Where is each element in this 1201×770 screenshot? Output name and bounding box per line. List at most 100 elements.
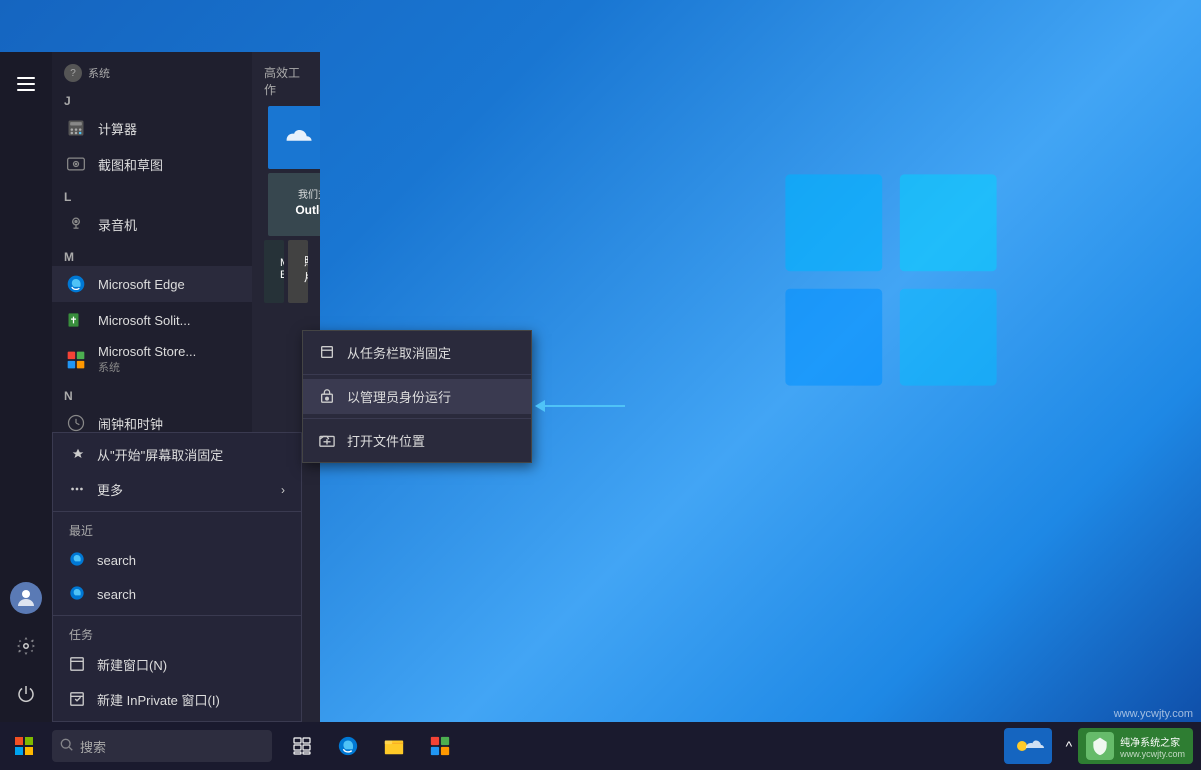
more-menu: 从"开始"屏幕取消固定 更多 › 最近 search — [52, 432, 302, 722]
app-item-solitaire[interactable]: Microsoft Solit... — [52, 302, 252, 338]
tile-photos-label: 照片 — [304, 253, 308, 285]
tile-outlook[interactable]: 我们支持 Outlook — [268, 173, 320, 236]
tile-edge[interactable]: Microsoft Edge — [264, 240, 284, 303]
section-l: L — [52, 182, 252, 206]
private-window-icon — [69, 691, 87, 709]
tile-edge-label: Microsoft Edge — [280, 257, 284, 281]
more-item-left: 更多 — [69, 480, 123, 499]
calculator-icon — [64, 116, 88, 140]
ctx-divider-1 — [303, 374, 531, 375]
tile-outlook-title: 我们支持 — [298, 186, 320, 201]
new-window-label: 新建窗口(N) — [97, 655, 167, 674]
taskbar-edge[interactable] — [326, 722, 370, 770]
brand-logo — [1086, 732, 1114, 760]
taskbar-weather[interactable] — [1004, 728, 1052, 764]
app-item-store[interactable]: Microsoft Store... 系统 — [52, 338, 252, 381]
more-menu-divider-1 — [53, 511, 301, 512]
section-n: N — [52, 381, 252, 405]
arrow-indicator — [535, 400, 625, 412]
unpin-start-item[interactable]: 从"开始"屏幕取消固定 — [53, 437, 301, 472]
taskbar-tray: ^ — [1064, 734, 1075, 758]
screenshot-icon — [64, 152, 88, 176]
new-window-icon — [69, 656, 87, 674]
unpin-start-label: 从"开始"屏幕取消固定 — [97, 445, 223, 464]
taskbar-explorer[interactable] — [372, 722, 416, 770]
windows-logo-desktop — [781, 170, 1001, 390]
hamburger-button[interactable] — [2, 60, 50, 108]
app-item-recorder[interactable]: 录音机 — [52, 206, 252, 242]
settings-rail-button[interactable] — [2, 622, 50, 670]
ctx-open-location-label: 打开文件位置 — [347, 431, 425, 450]
watermark-text: www.ycwjty.com — [1114, 708, 1193, 720]
more-menu-divider-2 — [53, 615, 301, 616]
more-arrow-icon: › — [281, 483, 285, 497]
recent-section-header: 最近 — [53, 516, 301, 543]
unpin-start-icon — [69, 446, 87, 464]
tile-photos[interactable]: 照片 — [288, 240, 308, 303]
new-private-label: 新建 InPrivate 窗口(I) — [97, 690, 220, 709]
taskbar-search-box[interactable]: 搜索 — [52, 730, 272, 762]
ctx-unpin-taskbar-label: 从任务栏取消固定 — [347, 343, 451, 362]
store-sub-label: 系统 — [98, 359, 196, 375]
section-m: M — [52, 242, 252, 266]
taskbar-taskview[interactable] — [280, 722, 324, 770]
arrow-head — [535, 400, 545, 412]
clock-label: 闹钟和时钟 — [98, 414, 163, 433]
tiles-section-title: 高效工作 — [264, 64, 308, 98]
more-item[interactable]: 更多 › — [53, 472, 301, 507]
tile-onedrive-icon — [282, 106, 318, 163]
edge-label: Microsoft Edge — [98, 277, 185, 292]
edge-icon — [64, 272, 88, 296]
start-button[interactable] — [0, 722, 48, 770]
recent-item-2[interactable]: search — [53, 577, 301, 611]
recorder-label: 录音机 — [98, 215, 137, 234]
run-admin-icon — [319, 388, 337, 406]
start-menu-rail — [0, 52, 52, 722]
arrow-line — [545, 405, 625, 407]
recent-item-1-label: search — [97, 553, 136, 568]
recorder-icon — [64, 212, 88, 236]
recent-item-2-label: search — [97, 587, 136, 602]
user-avatar[interactable] — [10, 582, 42, 614]
app-item-calculator[interactable]: 计算器 — [52, 110, 252, 146]
more-label: 更多 — [97, 480, 123, 499]
brand-text: 纯净系统之家 www.ycwjty.com — [1120, 734, 1185, 759]
taskbar-store[interactable] — [418, 722, 462, 770]
unpin-taskbar-icon — [319, 344, 337, 362]
new-window-item[interactable]: 新建窗口(N) — [53, 647, 301, 682]
tile-row-onenote-skype: N S — [268, 106, 320, 169]
section-j: J — [52, 86, 252, 110]
app-item-edge[interactable]: Microsoft Edge — [52, 266, 252, 302]
app-item-screenshot[interactable]: 截图和草图 — [52, 146, 252, 182]
watermark: www.ycwjty.com — [1114, 708, 1193, 720]
solitaire-label: Microsoft Solit... — [98, 313, 190, 328]
edge-recent-icon-1 — [69, 551, 87, 569]
store-icon — [64, 348, 88, 372]
recent-item-1[interactable]: search — [53, 543, 301, 577]
ctx-open-location[interactable]: 打开文件位置 — [303, 423, 531, 458]
right-context-menu: 从任务栏取消固定 以管理员身份运行 打开文件位置 — [302, 330, 532, 463]
brand-name: 纯净系统之家 — [1120, 734, 1185, 749]
more-icon — [69, 481, 87, 499]
tiles-row-2: Microsoft Edge 照片 — [264, 240, 308, 303]
tile-outlook-icon: 我们支持 Outlook — [295, 173, 320, 230]
tiles-row-1: Office — [264, 106, 308, 236]
system-header: ? 系统 — [52, 56, 252, 86]
search-placeholder: 搜索 — [80, 737, 106, 756]
new-private-item[interactable]: 新建 InPrivate 窗口(I) — [53, 682, 301, 717]
ctx-run-admin[interactable]: 以管理员身份运行 — [303, 379, 531, 414]
show-hidden-icon[interactable]: ^ — [1064, 734, 1075, 758]
taskbar-right: ^ 纯净系统之家 www.ycwjty.com — [1004, 728, 1201, 764]
power-rail-button[interactable] — [2, 670, 50, 718]
ctx-unpin-taskbar[interactable]: 从任务栏取消固定 — [303, 335, 531, 370]
tile-onedrive[interactable] — [268, 106, 320, 169]
search-icon — [60, 738, 74, 755]
taskbar: 搜索 — [0, 722, 1201, 770]
taskbar-brand[interactable]: 纯净系统之家 www.ycwjty.com — [1078, 728, 1193, 764]
ctx-run-admin-label: 以管理员身份运行 — [347, 387, 451, 406]
tasks-section-header: 任务 — [53, 620, 301, 647]
tile-outlook-sub: Outlook — [295, 203, 320, 217]
brand-url: www.ycwjty.com — [1120, 749, 1185, 759]
question-mark-icon: ? — [64, 64, 82, 82]
system-label: 系统 — [88, 65, 110, 81]
